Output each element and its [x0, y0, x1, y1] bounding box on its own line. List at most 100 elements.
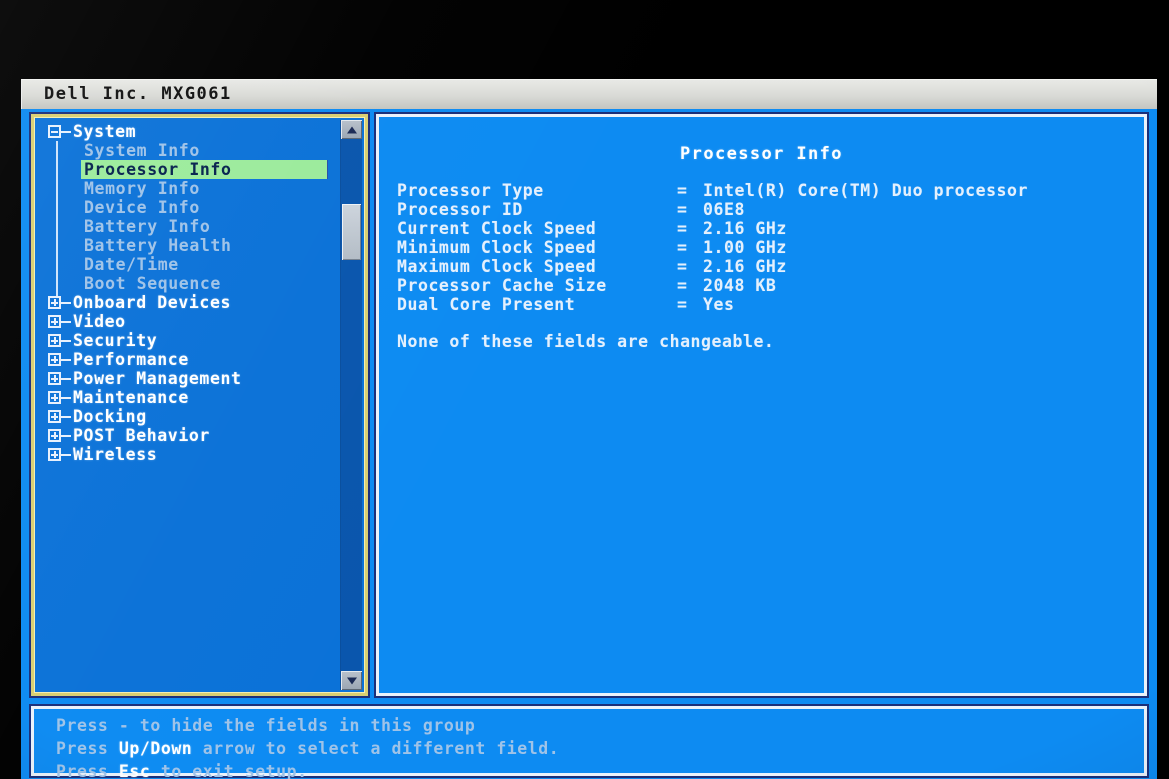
tree-item-label: Wireless [73, 445, 158, 464]
info-field-value: 1.00 GHz [703, 238, 787, 257]
tree-item-label: Power Management [73, 369, 242, 388]
tree-branch-icon [61, 377, 71, 380]
tree-item-docking[interactable]: Docking [37, 407, 327, 426]
info-field-row: Minimum Clock Speed = 1.00 GHz [397, 238, 1028, 257]
info-field-label: Current Clock Speed [397, 219, 597, 238]
info-field-row: Dual Core Present = Yes [397, 295, 1028, 314]
read-only-note: None of these fields are changeable. [397, 332, 775, 351]
info-field-value: 2.16 GHz [703, 257, 787, 276]
info-field-label: Maximum Clock Speed [397, 257, 597, 276]
expand-node-icon[interactable] [48, 296, 61, 309]
help-text-pre: Press [56, 739, 119, 758]
tree-item-label: Video [73, 312, 126, 331]
navigation-tree-panel: System System Info Processor Info Memory In… [29, 112, 370, 698]
info-field-row: Current Clock Speed = 2.16 GHz [397, 219, 1028, 238]
tree-item-label: POST Behavior [73, 426, 210, 445]
navigation-tree-list: System System Info Processor Info Memory In… [37, 122, 328, 464]
tree-item-performance[interactable]: Performance [37, 350, 327, 369]
expand-node-icon[interactable] [48, 429, 61, 442]
tree-item-label: System [73, 122, 137, 141]
info-field-separator: = [677, 219, 688, 238]
tree-item-label: Onboard Devices [73, 293, 232, 312]
content-panel: Processor Info Processor Type = Intel(R) C… [374, 112, 1149, 698]
tree-item-label: Boot Sequence [84, 274, 221, 293]
info-field-value: 06E8 [703, 200, 745, 219]
help-text-post: to exit setup. [150, 762, 308, 779]
info-field-row: Maximum Clock Speed = 2.16 GHz [397, 257, 1028, 276]
tree-item-battery-info[interactable]: Battery Info [37, 217, 327, 236]
tree-branch-icon [61, 130, 71, 133]
tree-branch-icon [61, 453, 71, 456]
tree-item-label: Maintenance [73, 388, 189, 407]
tree-item-wireless[interactable]: Wireless [37, 445, 327, 464]
tree-item-onboard-devices[interactable]: Onboard Devices [37, 293, 327, 312]
info-field-value: 2.16 GHz [703, 219, 787, 238]
scrollbar-up-button[interactable] [341, 120, 362, 139]
info-field-value: 2048 KB [703, 276, 777, 295]
help-footer-lines: Press - to hide the fields in this group… [56, 714, 559, 779]
info-field-value: Intel(R) Core(TM) Duo processor [703, 181, 1028, 200]
arrow-up-icon [346, 126, 357, 133]
expand-node-icon[interactable] [48, 410, 61, 423]
scrollbar-thumb[interactable] [342, 204, 361, 260]
tree-item-maintenance[interactable]: Maintenance [37, 388, 327, 407]
expand-node-icon[interactable] [48, 334, 61, 347]
tree-item-battery-health[interactable]: Battery Health [37, 236, 327, 255]
help-line: Press Esc to exit setup. [56, 760, 559, 779]
tree-item-label: Battery Health [84, 236, 232, 255]
tree-item-security[interactable]: Security [37, 331, 327, 350]
info-field-row: Processor ID = 06E8 [397, 200, 1028, 219]
tree-branch-icon [61, 339, 71, 342]
tree-item-device-info[interactable]: Device Info [37, 198, 327, 217]
tree-item-memory-info[interactable]: Memory Info [37, 179, 327, 198]
content-title: Processor Info [680, 144, 843, 164]
info-field-row: Processor Cache Size = 2048 KB [397, 276, 1028, 295]
info-field-label: Minimum Clock Speed [397, 238, 597, 257]
expand-node-icon[interactable] [48, 353, 61, 366]
tree-item-label: Battery Info [84, 217, 211, 236]
expand-node-icon[interactable] [48, 448, 61, 461]
help-text-post: arrow to select a different field. [192, 739, 560, 758]
navigation-tree-inner: System System Info Processor Info Memory In… [37, 120, 362, 690]
bios-setup-canvas: System System Info Processor Info Memory In… [21, 109, 1157, 779]
window-title: Dell Inc. MXG061 [44, 84, 232, 104]
tree-item-date-time[interactable]: Date/Time [37, 255, 327, 274]
tree-item-label: Security [73, 331, 158, 350]
help-text-pre: Press - to hide the fields in this group [56, 716, 476, 735]
tree-item-label: Processor Info [84, 160, 232, 179]
help-key-name: Esc [118, 762, 151, 779]
tree-item-processor-info[interactable]: Processor Info [37, 160, 328, 179]
help-line: Press - to hide the fields in this group [56, 714, 559, 737]
help-line: Press Up/Down arrow to select a differen… [56, 737, 559, 760]
tree-branch-icon [61, 358, 71, 361]
expand-node-icon[interactable] [48, 372, 61, 385]
help-footer-panel: Press - to hide the fields in this group… [29, 704, 1149, 779]
tree-branch-icon [61, 396, 71, 399]
tree-item-label: System Info [84, 141, 200, 160]
info-field-value: Yes [703, 295, 735, 314]
info-field-separator: = [677, 200, 688, 219]
tree-item-system[interactable]: System [37, 122, 327, 141]
expand-node-icon[interactable] [48, 315, 61, 328]
tree-item-label: Docking [73, 407, 147, 426]
tree-item-label: Date/Time [84, 255, 179, 274]
tree-branch-icon [61, 320, 71, 323]
tree-item-boot-sequence[interactable]: Boot Sequence [37, 274, 327, 293]
help-text-pre: Press [56, 762, 119, 779]
tree-item-system-info[interactable]: System Info [37, 141, 327, 160]
tree-branch-icon [61, 434, 71, 437]
tree-item-label: Device Info [84, 198, 200, 217]
info-field-label: Processor Cache Size [397, 276, 607, 295]
tree-branch-icon [61, 415, 71, 418]
tree-item-post-behavior[interactable]: POST Behavior [37, 426, 327, 445]
collapse-node-icon[interactable] [48, 125, 61, 138]
tree-scrollbar[interactable] [340, 120, 362, 690]
info-field-row: Processor Type = Intel(R) Core(TM) Duo pro… [397, 181, 1028, 200]
window-titlebar: Dell Inc. MXG061 [21, 79, 1157, 109]
scrollbar-down-button[interactable] [341, 671, 362, 690]
info-field-separator: = [677, 181, 688, 200]
info-field-label: Processor ID [397, 200, 523, 219]
expand-node-icon[interactable] [48, 391, 61, 404]
tree-item-power-management[interactable]: Power Management [37, 369, 327, 388]
tree-item-video[interactable]: Video [37, 312, 327, 331]
